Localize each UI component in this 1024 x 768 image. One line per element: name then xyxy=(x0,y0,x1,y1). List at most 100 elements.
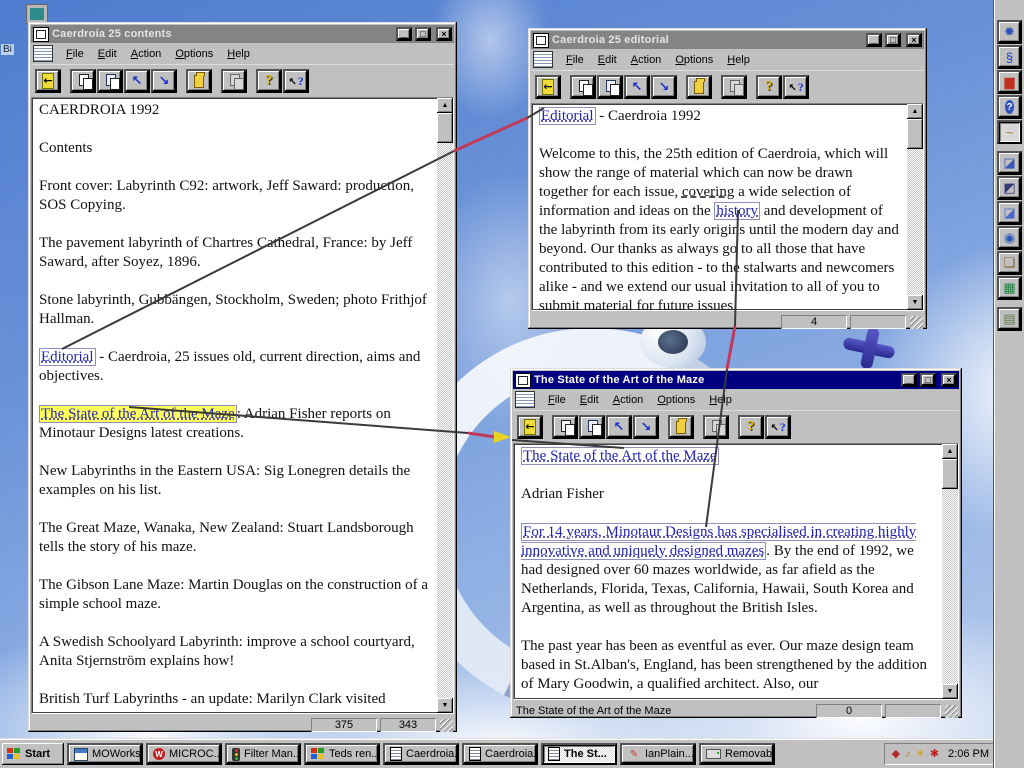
hyperlink[interactable]: Editorial xyxy=(539,107,596,125)
maximize-button[interactable]: □ xyxy=(920,373,936,387)
open-folder-button[interactable] xyxy=(686,75,712,99)
antivirus-shield-icon[interactable]: ◆ xyxy=(892,748,900,760)
scrollbar-thumb[interactable] xyxy=(942,459,958,489)
close-button[interactable]: × xyxy=(436,27,452,41)
hyperlink[interactable]: The State of the Art of the Maze xyxy=(39,405,237,423)
vertical-scrollbar[interactable]: ▲ ▼ xyxy=(437,98,453,713)
link-back-button[interactable]: ↖ xyxy=(624,75,650,99)
taskbar-button-the-st-[interactable]: The St... xyxy=(541,743,617,765)
minimize-button[interactable]: _ xyxy=(396,27,412,41)
copy-doc-button[interactable] xyxy=(703,415,729,439)
minimize-button[interactable]: _ xyxy=(901,373,917,387)
exit-door-button[interactable]: ← xyxy=(535,75,561,99)
hyperlink[interactable]: history xyxy=(714,202,761,220)
resize-grip[interactable] xyxy=(945,704,958,718)
start-button[interactable]: Start xyxy=(2,743,64,765)
context-help-button[interactable]: ? xyxy=(783,75,809,99)
vertical-scrollbar[interactable]: ▲ ▼ xyxy=(907,104,923,310)
menu-action[interactable]: Action xyxy=(624,52,669,68)
menu-help[interactable]: Help xyxy=(720,52,757,68)
pda-button[interactable]: ▤ xyxy=(997,307,1022,331)
maximize-button[interactable]: □ xyxy=(885,33,901,47)
content-area[interactable]: CAERDROIA 1992 Contents Front cover: Labyr… xyxy=(31,97,454,714)
copy-doc-button[interactable] xyxy=(721,75,747,99)
context-help-button[interactable]: ? xyxy=(765,415,791,439)
scroll-up-button[interactable]: ▲ xyxy=(942,444,958,459)
link-forward-button[interactable]: ↘ xyxy=(633,415,659,439)
menu-options[interactable]: Options xyxy=(668,52,720,68)
taskbar-button-teds-ren-[interactable]: Teds ren... xyxy=(304,743,380,765)
link-back-button[interactable]: ↖ xyxy=(124,69,150,93)
menu-file[interactable]: File xyxy=(559,52,591,68)
content-area[interactable]: The State of the Art of the Maze Adrian F… xyxy=(513,443,959,700)
copy-doc-button[interactable] xyxy=(221,69,247,93)
hand-disk-button[interactable]: ❏ xyxy=(997,251,1022,275)
monitor-cd-button[interactable]: ◉ xyxy=(997,226,1022,250)
menu-edit[interactable]: Edit xyxy=(573,392,606,408)
exit-door-button[interactable]: ← xyxy=(517,415,543,439)
minimize-button[interactable]: _ xyxy=(866,33,882,47)
volume-icon[interactable]: ♪ xyxy=(905,748,911,760)
taskbar-button-caerdroia-[interactable]: Caerdroia... xyxy=(462,743,538,765)
exit-door-button[interactable]: ← xyxy=(35,69,61,93)
open-folder-button[interactable] xyxy=(186,69,212,93)
toolbox-button[interactable]: ▆ xyxy=(997,70,1022,94)
maximize-button[interactable]: □ xyxy=(415,27,431,41)
help-button[interactable]: ? xyxy=(256,69,282,93)
laptop-save-button[interactable]: ◪ xyxy=(997,201,1022,225)
scroll-down-button[interactable]: ▼ xyxy=(942,684,958,699)
bug-button[interactable]: ✹ xyxy=(997,20,1022,44)
scroll-up-button[interactable]: ▲ xyxy=(907,104,923,119)
scrollbar-thumb[interactable] xyxy=(907,119,923,149)
vertical-scrollbar[interactable]: ▲ ▼ xyxy=(942,444,958,699)
menu-edit[interactable]: Edit xyxy=(91,46,124,62)
scroll-up-button[interactable]: ▲ xyxy=(437,98,453,113)
close-button[interactable]: × xyxy=(906,33,922,47)
menu-action[interactable]: Action xyxy=(124,46,169,62)
resize-grip[interactable] xyxy=(910,315,923,329)
hyperlink[interactable]: The State of the Art of the Maze xyxy=(521,447,719,465)
menu-options[interactable]: Options xyxy=(168,46,220,62)
content-area[interactable]: Editorial - Caerdroia 1992 Welcome to thi… xyxy=(531,103,924,311)
open-folder-button[interactable] xyxy=(668,415,694,439)
help-button[interactable]: ? xyxy=(738,415,764,439)
virus-scanner-icon[interactable]: ✱ xyxy=(930,748,939,760)
taskbar-button-microc-[interactable]: W MICROC... xyxy=(146,743,222,765)
clock[interactable]: 2:06 PM xyxy=(948,748,989,760)
laptop-disk-button[interactable]: ◪ xyxy=(997,151,1022,175)
menu-help[interactable]: Help xyxy=(220,46,257,62)
link-forward-button[interactable]: ↘ xyxy=(651,75,677,99)
menu-action[interactable]: Action xyxy=(606,392,651,408)
close-button[interactable]: × xyxy=(941,373,957,387)
paste-pages-button[interactable] xyxy=(597,75,623,99)
taskbar-button-caerdroia-[interactable]: Caerdroia... xyxy=(383,743,459,765)
hyperlink[interactable]: Editorial xyxy=(39,348,96,366)
copy-pages-button[interactable] xyxy=(570,75,596,99)
menu-file[interactable]: File xyxy=(59,46,91,62)
taskbar-button-filter-man-[interactable]: Filter Man... xyxy=(225,743,301,765)
binder-clip-button[interactable]: § xyxy=(997,45,1022,69)
desktop-icon-partial[interactable] xyxy=(26,4,48,24)
title-bar[interactable]: The State of the Art of the Maze _ □ × xyxy=(513,371,959,389)
menu-options[interactable]: Options xyxy=(650,392,702,408)
paste-pages-button[interactable] xyxy=(579,415,605,439)
resize-grip[interactable] xyxy=(440,718,453,732)
scroll-down-button[interactable]: ▼ xyxy=(907,295,923,310)
copy-pages-button[interactable] xyxy=(70,69,96,93)
help-button[interactable]: ? xyxy=(756,75,782,99)
cable-snake-button[interactable]: ~ xyxy=(997,120,1022,144)
person-question-button[interactable]: ? xyxy=(997,95,1022,119)
title-bar[interactable]: Caerdroia 25 contents _ □ × xyxy=(31,25,454,43)
handheld-button[interactable]: ▦ xyxy=(997,276,1022,300)
taskbar-button-removab-[interactable]: Removab... xyxy=(699,743,775,765)
link-back-button[interactable]: ↖ xyxy=(606,415,632,439)
context-help-button[interactable]: ? xyxy=(283,69,309,93)
menu-edit[interactable]: Edit xyxy=(591,52,624,68)
paste-pages-button[interactable] xyxy=(97,69,123,93)
scrollbar-thumb[interactable] xyxy=(437,113,453,143)
menu-help[interactable]: Help xyxy=(702,392,739,408)
laptop-button[interactable]: ◩ xyxy=(997,176,1022,200)
hyperlink[interactable]: covering xyxy=(682,184,734,200)
scroll-down-button[interactable]: ▼ xyxy=(437,698,453,713)
menu-file[interactable]: File xyxy=(541,392,573,408)
